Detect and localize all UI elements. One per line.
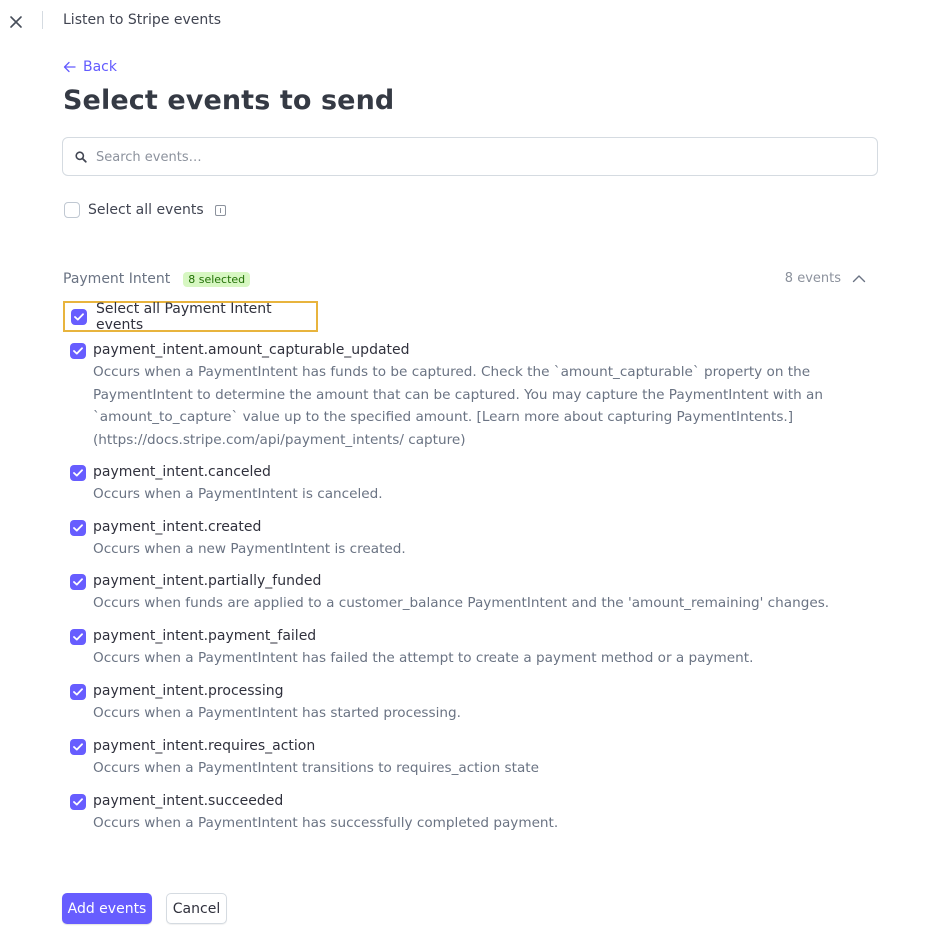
close-button[interactable] (6, 12, 26, 32)
event-checkbox[interactable] (70, 574, 86, 590)
event-description: Occurs when a PaymentIntent transitions … (93, 760, 539, 776)
event-description: Occurs when a PaymentIntent has successf… (93, 815, 559, 831)
close-icon (10, 16, 22, 28)
event-checkbox[interactable] (70, 684, 86, 700)
event-checkbox[interactable] (70, 343, 86, 359)
select-all-events-checkbox[interactable] (64, 202, 80, 218)
page-title: Select events to send (63, 85, 395, 116)
event-checkbox[interactable] (70, 520, 86, 536)
cancel-button[interactable]: Cancel (166, 893, 227, 924)
event-name: payment_intent.succeeded (93, 793, 284, 809)
event-description: Occurs when a PaymentIntent is canceled. (93, 486, 383, 502)
event-description: Occurs when a PaymentIntent has funds to… (93, 364, 823, 448)
info-icon[interactable] (214, 204, 226, 216)
event-checkbox[interactable] (70, 794, 86, 810)
check-icon (73, 633, 83, 641)
chevron-up-icon (852, 274, 866, 282)
select-all-events-row: Select all events (64, 202, 226, 218)
event-description: Occurs when a PaymentIntent has started … (93, 705, 461, 721)
event-name: payment_intent.partially_funded (93, 573, 322, 589)
event-description: Occurs when funds are applied to a custo… (93, 595, 830, 611)
event-checkbox[interactable] (70, 465, 86, 481)
select-all-events-label: Select all events (88, 202, 204, 218)
check-icon (73, 743, 83, 751)
event-name: payment_intent.payment_failed (93, 628, 317, 644)
check-icon (73, 469, 83, 477)
arrow-left-icon (63, 61, 76, 73)
event-name: payment_intent.canceled (93, 464, 271, 480)
event-name: payment_intent.processing (93, 683, 284, 699)
check-icon (73, 688, 83, 696)
top-bar: Listen to Stripe events (0, 0, 940, 44)
event-name: payment_intent.created (93, 519, 262, 535)
check-icon (73, 798, 83, 806)
event-name: payment_intent.requires_action (93, 738, 316, 754)
search-input[interactable] (96, 144, 866, 170)
search-icon (75, 151, 87, 163)
event-description: Occurs when a PaymentIntent has failed t… (93, 650, 754, 666)
event-checkbox[interactable] (70, 739, 86, 755)
select-all-group-row[interactable]: Select all Payment Intent events (63, 300, 318, 333)
header-divider (42, 11, 43, 29)
collapse-group-button[interactable] (851, 271, 867, 285)
add-events-button[interactable]: Add events (62, 893, 152, 924)
back-label: Back (83, 59, 117, 75)
event-name: payment_intent.amount_capturable_updated (93, 342, 410, 358)
check-icon (73, 347, 83, 355)
search-box (62, 137, 878, 176)
select-all-group-checkbox[interactable] (71, 308, 87, 325)
group-header-payment-intent: Payment Intent 8 selected 8 events (63, 270, 871, 288)
event-description: Occurs when a new PaymentIntent is creat… (93, 541, 406, 557)
check-icon (73, 524, 83, 532)
event-checkbox[interactable] (70, 629, 86, 645)
back-link[interactable]: Back (63, 59, 117, 75)
events-count: 8 events (784, 271, 841, 286)
check-icon (74, 312, 84, 320)
group-name: Payment Intent (63, 271, 171, 287)
selected-count-badge: 8 selected (183, 271, 251, 287)
select-all-group-label: Select all Payment Intent events (96, 300, 272, 333)
dialog-title: Listen to Stripe events (63, 12, 222, 28)
check-icon (73, 578, 83, 586)
